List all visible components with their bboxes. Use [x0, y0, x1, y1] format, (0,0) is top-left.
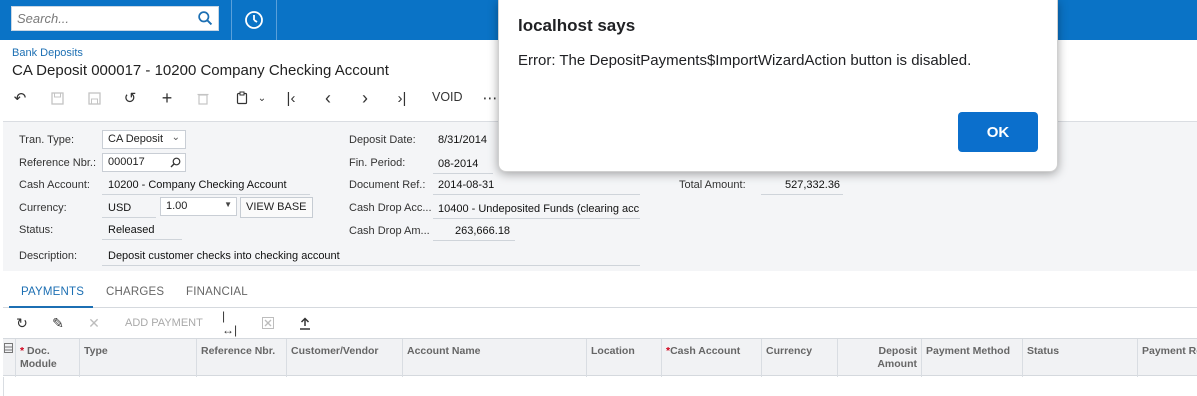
tab-bar: PAYMENTS CHARGES FINANCIAL — [3, 280, 1197, 308]
tab-payments[interactable]: PAYMENTS — [21, 286, 84, 298]
refresh-icon[interactable]: ↻ — [13, 314, 31, 332]
delete-icon[interactable] — [191, 86, 215, 110]
add-icon[interactable]: + — [155, 86, 179, 110]
tran-type-select[interactable]: CA Deposit ⌄ — [102, 130, 186, 149]
breadcrumb[interactable]: Bank Deposits — [12, 47, 83, 59]
save-close-icon[interactable] — [45, 86, 69, 110]
reference-nbr-value: 000017 — [108, 156, 145, 168]
page-title: CA Deposit 000017 - 10200 Company Checki… — [12, 62, 389, 79]
dialog-message: Error: The DepositPayments$ImportWizardA… — [518, 52, 972, 69]
column-header[interactable]: Payment Re — [1138, 339, 1197, 377]
fin-period-label: Fin. Period: — [349, 157, 406, 169]
grid-header: * Doc. Module Type Reference Nbr. Custom… — [3, 338, 1197, 377]
column-header[interactable]: *Cash Account — [662, 339, 762, 377]
column-header[interactable]: Status — [1023, 339, 1138, 377]
search-input[interactable] — [12, 7, 192, 30]
status-label: Status: — [19, 224, 54, 236]
column-header[interactable]: Deposit Amount — [838, 339, 922, 377]
tran-type-label: Tran. Type: — [19, 134, 75, 146]
tab-financial[interactable]: FINANCIAL — [186, 286, 248, 298]
chevron-down-icon: ⌄ — [171, 132, 180, 143]
main-toolbar: ↶ ↺ + ⌄ |‹ ‹ › ›| VOID ⋯ — [8, 86, 508, 110]
currency-label: Currency: — [19, 202, 67, 214]
cash-drop-amount-value: 263,666.18 — [455, 225, 511, 237]
next-record-icon[interactable]: › — [353, 86, 377, 110]
field-underline — [433, 218, 640, 219]
topbar-divider — [276, 0, 277, 40]
column-header[interactable]: Customer/Vendor — [287, 339, 403, 377]
grid-toolbar: ↻ ✎ ✕ ADD PAYMENT |↔| — [3, 309, 1197, 337]
status-value: Released — [108, 224, 155, 236]
column-header[interactable]: Payment Method — [922, 339, 1023, 377]
search-icon[interactable] — [170, 157, 181, 168]
edit-icon[interactable]: ✎ — [49, 314, 67, 332]
total-amount-value: 527,332.36 — [785, 179, 841, 191]
tran-type-value: CA Deposit — [108, 133, 164, 145]
column-header[interactable]: Location — [587, 339, 662, 377]
grid-body — [3, 377, 1197, 396]
cash-account-label: Cash Account: — [19, 179, 90, 191]
caret-down-icon: ▼ — [224, 200, 232, 209]
deposit-date-value: 8/31/2014 — [438, 134, 487, 146]
field-underline — [433, 240, 515, 241]
cash-drop-account-value: 10400 - Undeposited Funds (clearing acc — [438, 203, 640, 215]
field-underline — [433, 194, 640, 195]
deposit-date-label: Deposit Date: — [349, 134, 416, 146]
topbar-divider — [231, 0, 232, 40]
upload-icon[interactable] — [296, 314, 314, 332]
export-excel-icon[interactable] — [259, 314, 277, 332]
cash-drop-amount-label: Cash Drop Am... — [349, 225, 430, 237]
field-underline — [761, 194, 843, 195]
fit-columns-icon[interactable]: |↔| — [222, 309, 240, 337]
cash-account-value: 10200 - Company Checking Account — [108, 179, 287, 191]
row-selector-column[interactable] — [3, 339, 16, 377]
cash-drop-account-label: Cash Drop Acc... — [349, 202, 432, 214]
currency-value: USD — [108, 202, 132, 214]
grid-settings-icon[interactable] — [4, 343, 13, 353]
dialog-title: localhost says — [518, 16, 636, 35]
back-icon[interactable]: ↶ — [8, 86, 32, 110]
column-header[interactable]: * Doc. Module — [16, 339, 80, 377]
add-payment-button[interactable]: ADD PAYMENT — [125, 317, 203, 329]
field-underline — [102, 217, 156, 218]
total-amount-label: Total Amount: — [679, 179, 746, 191]
search-icon[interactable] — [197, 10, 214, 27]
delete-row-icon[interactable]: ✕ — [85, 314, 103, 332]
description-label: Description: — [19, 250, 78, 262]
currency-rate-value: 1.00 — [166, 200, 188, 212]
field-underline — [102, 239, 182, 240]
search-box[interactable] — [11, 6, 219, 31]
field-underline — [433, 173, 493, 174]
tab-charges[interactable]: CHARGES — [106, 286, 164, 298]
history-icon[interactable] — [243, 9, 265, 31]
void-button[interactable]: VOID — [432, 90, 463, 104]
description-value: Deposit customer checks into checking ac… — [108, 250, 340, 262]
document-ref-label: Document Ref.: — [349, 179, 426, 191]
column-header[interactable]: Account Name — [403, 339, 587, 377]
last-record-icon[interactable]: ›| — [390, 86, 414, 110]
field-underline — [102, 265, 640, 266]
field-underline — [102, 194, 310, 195]
required-marker: * — [20, 345, 25, 357]
column-header[interactable]: Currency — [762, 339, 838, 377]
save-icon[interactable] — [82, 86, 106, 110]
undo-icon[interactable]: ↺ — [118, 86, 142, 110]
column-header[interactable]: Type — [80, 339, 197, 377]
document-ref-value: 2014-08-31 — [438, 179, 495, 191]
reference-nbr-label: Reference Nbr.: — [19, 157, 97, 169]
alert-dialog: localhost says Error: The DepositPayment… — [498, 0, 1058, 172]
fin-period-value: 08-2014 — [438, 158, 479, 170]
chevron-down-icon[interactable]: ⌄ — [250, 86, 274, 110]
currency-rate-select[interactable]: 1.00 ▼ — [160, 197, 237, 216]
ok-button[interactable]: OK — [958, 112, 1038, 152]
column-header[interactable]: Reference Nbr. — [197, 339, 287, 377]
active-tab-indicator — [9, 306, 93, 308]
previous-record-icon[interactable]: ‹ — [316, 86, 340, 110]
view-base-button[interactable]: VIEW BASE — [240, 197, 313, 218]
first-record-icon[interactable]: |‹ — [279, 86, 303, 110]
reference-nbr-field[interactable]: 000017 — [102, 153, 186, 172]
